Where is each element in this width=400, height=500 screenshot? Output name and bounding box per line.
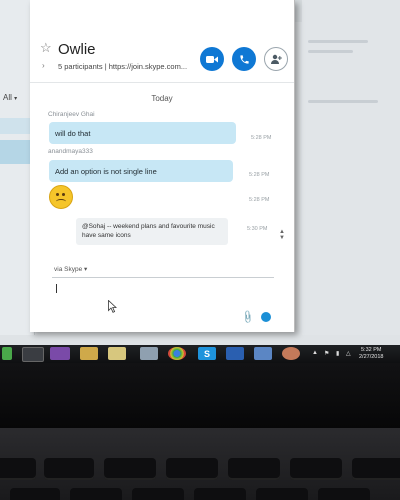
keyboard-key xyxy=(318,488,370,500)
blurred-text xyxy=(308,100,378,103)
emoji-eye xyxy=(56,193,59,196)
mouse-pointer-icon xyxy=(108,300,117,313)
add-people-button[interactable] xyxy=(264,47,288,71)
star-icon[interactable]: ☆ xyxy=(40,40,52,56)
chat-title[interactable]: Owlie xyxy=(58,41,96,58)
folder-icon[interactable] xyxy=(80,347,98,360)
chrome-icon[interactable] xyxy=(168,347,186,360)
blurred-text xyxy=(308,50,353,53)
keyboard-key xyxy=(44,458,94,480)
laptop-keyboard xyxy=(0,428,400,500)
explorer-icon[interactable] xyxy=(22,347,44,362)
keyboard-key xyxy=(352,458,400,480)
keyboard-key xyxy=(132,488,184,500)
keyboard-key xyxy=(70,488,122,500)
filter-label: All xyxy=(3,93,12,102)
quote-bubble[interactable]: @Sohaj -- weekend plans and favourite mu… xyxy=(76,218,228,245)
via-label: via Skype xyxy=(54,266,83,273)
paperclip-icon[interactable]: 📎 xyxy=(240,310,255,326)
tray-expand-icon[interactable]: ▲ xyxy=(312,350,318,356)
clock-time: 5:32 PM xyxy=(360,347,382,353)
app-icon[interactable] xyxy=(140,347,158,360)
keyboard-key xyxy=(166,458,218,480)
emoji-mouth xyxy=(56,199,66,204)
send-via-dropdown[interactable]: via Skype ▾ xyxy=(54,265,87,273)
taskbar: S ▲ ⚑ ▮ △ 5:32 PM 2/27/2018 xyxy=(0,345,400,363)
clock-date: 2/27/2018 xyxy=(359,354,384,360)
conversation-row[interactable] xyxy=(0,118,34,134)
video-camera-icon xyxy=(206,55,218,63)
flag-icon[interactable]: ⚑ xyxy=(324,350,329,357)
keyboard-key xyxy=(0,458,36,480)
message-time: 5:28 PM xyxy=(251,135,272,141)
photo-frame: All ▾ ☆ Owlie › 5 participants | https:/… xyxy=(0,0,400,500)
message-time: 5:28 PM xyxy=(249,172,270,178)
emoticon-icon[interactable] xyxy=(261,312,271,322)
add-person-icon xyxy=(271,54,282,64)
message-bubble[interactable]: Add an option is not single line xyxy=(49,160,233,182)
worried-face-icon xyxy=(49,185,73,209)
system-clock[interactable]: 5:32 PM 2/27/2018 xyxy=(359,347,383,361)
scrollbar[interactable]: ▲ ▼ xyxy=(279,229,285,241)
conversation-row-selected[interactable] xyxy=(0,140,34,164)
video-call-button[interactable] xyxy=(200,47,224,71)
emoji-eye xyxy=(62,193,65,196)
volume-icon[interactable]: △ xyxy=(346,350,351,357)
start-icon[interactable] xyxy=(2,347,12,360)
participants-link[interactable]: 5 participants | https://join.skype.com.… xyxy=(58,62,187,71)
laptop-bezel xyxy=(0,363,400,428)
keyboard-key xyxy=(228,458,280,480)
message-time: 5:30 PM xyxy=(247,226,268,232)
skype-chat-window: ☆ Owlie › 5 participants | https://join.… xyxy=(30,0,295,332)
message-bubble[interactable]: will do that xyxy=(49,122,236,144)
skype-icon[interactable]: S xyxy=(198,347,216,360)
compose-divider xyxy=(52,277,274,278)
keyboard-key xyxy=(290,458,342,480)
keyboard-key xyxy=(104,458,156,480)
word-icon[interactable] xyxy=(226,347,244,360)
network-icon[interactable]: ▮ xyxy=(336,350,339,357)
chevron-down-icon: ▾ xyxy=(84,266,88,273)
keyboard-key xyxy=(256,488,308,500)
files-icon[interactable] xyxy=(108,347,126,360)
chevron-right-icon[interactable]: › xyxy=(42,61,45,70)
app-icon[interactable] xyxy=(282,347,300,360)
keyboard-key xyxy=(10,488,60,500)
background-pane xyxy=(302,0,400,335)
blurred-text xyxy=(308,40,368,43)
message-text: @Sohaj -- weekend plans and favourite mu… xyxy=(82,223,215,240)
chevron-down-icon: ▾ xyxy=(14,96,18,102)
header-divider xyxy=(30,82,294,83)
filter-dropdown[interactable]: All ▾ xyxy=(3,93,17,102)
media-icon[interactable] xyxy=(50,347,70,360)
message-input[interactable] xyxy=(52,280,232,298)
date-separator: Today xyxy=(151,94,173,103)
audio-call-button[interactable] xyxy=(232,47,256,71)
message-time: 5:28 PM xyxy=(249,197,270,203)
message-text: will do that xyxy=(55,128,91,138)
phone-icon xyxy=(239,54,249,64)
screen: All ▾ ☆ Owlie › 5 participants | https:/… xyxy=(0,0,400,345)
message-sender: Chiranjeev Ghai xyxy=(48,111,95,118)
skype-letter: S xyxy=(203,348,210,359)
message-text: Add an option is not single line xyxy=(55,166,157,176)
message-sender: anandmaya333 xyxy=(48,148,93,155)
remote-icon[interactable] xyxy=(254,347,272,360)
keyboard-key xyxy=(194,488,246,500)
